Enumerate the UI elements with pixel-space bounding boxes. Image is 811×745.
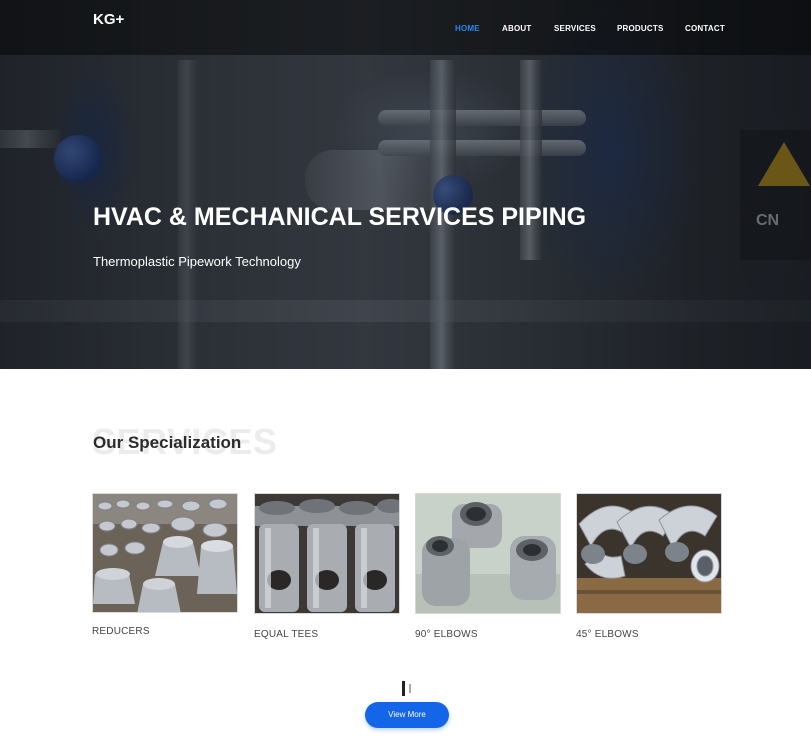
nav-products[interactable]: PRODUCTS	[617, 24, 664, 33]
90-elbows-image[interactable]	[415, 493, 561, 614]
carousel-dot[interactable]	[409, 684, 411, 693]
view-more-button[interactable]: View More	[365, 702, 449, 728]
product-label[interactable]: 45° ELBOWS	[576, 629, 639, 640]
reducers-image[interactable]	[92, 493, 238, 613]
equal-tees-image[interactable]	[254, 493, 400, 614]
section-title: Our Specialization	[93, 433, 242, 452]
product-label[interactable]: 90° ELBOWS	[415, 629, 478, 640]
top-navbar: KG+ HOME ABOUT SERVICES PRODUCTS CONTACT	[0, 0, 811, 55]
nav-home[interactable]: HOME	[455, 24, 480, 33]
nav-contact[interactable]: CONTACT	[685, 24, 725, 33]
nav-services[interactable]: SERVICES	[554, 24, 596, 33]
product-label[interactable]: EQUAL TEES	[254, 629, 318, 640]
nav-about[interactable]: ABOUT	[502, 24, 531, 33]
brand-logo[interactable]: KG+	[93, 11, 124, 28]
hero-title: HVAC & MECHANICAL SERVICES PIPING	[93, 203, 587, 231]
hero-overlay	[0, 0, 811, 369]
product-label[interactable]: REDUCERS	[92, 626, 150, 637]
45-elbows-image[interactable]	[576, 493, 722, 614]
hero-banner: CN HVAC & MECHANICAL SERVICES PIPING The…	[0, 0, 811, 369]
hero-subtitle: Thermoplastic Pipework Technology	[93, 254, 301, 269]
carousel-dot-active[interactable]	[402, 681, 405, 696]
